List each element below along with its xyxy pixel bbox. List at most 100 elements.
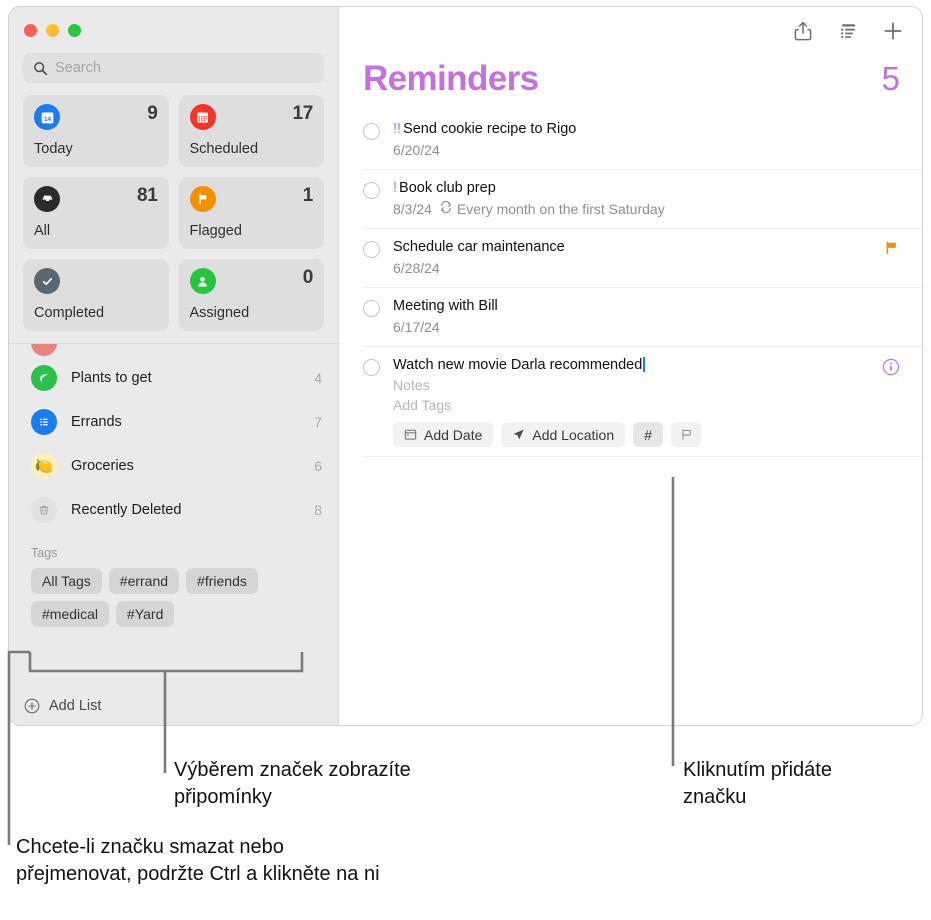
info-circle-icon[interactable]	[882, 358, 900, 376]
smart-list-all[interactable]: 81 All	[23, 177, 169, 249]
reminder-date: 6/17/24	[393, 319, 440, 335]
smart-list-scheduled[interactable]: 17 Scheduled	[178, 95, 324, 167]
add-list-button[interactable]: Add List	[9, 687, 338, 725]
smart-list-today[interactable]: 14 9 Today	[23, 95, 169, 167]
list-name: Groceries	[71, 458, 134, 474]
calendar-days-icon	[189, 104, 216, 130]
location-arrow-icon	[514, 429, 525, 440]
list-item[interactable]: Recently Deleted 8	[9, 488, 338, 532]
list-header: Reminders 5	[339, 55, 922, 99]
smart-list-label: Today	[34, 141, 73, 157]
callout-line-1: Chcete-li značku smazat nebo	[16, 836, 284, 858]
callout-add-tag: Kliknutím přidáte značku	[683, 757, 923, 811]
smart-list-label: Scheduled	[189, 141, 259, 157]
callout-line-1: Výběrem značek zobrazíte	[174, 759, 411, 781]
reminder-title[interactable]: Book club prep	[399, 180, 496, 196]
smart-list-count: 0	[302, 267, 314, 288]
toolbar	[339, 7, 922, 55]
add-date-button[interactable]: Add Date	[393, 422, 494, 447]
smart-lists-grid: 14 9 Today 17 Scheduled 81 All 1 Flagged…	[23, 95, 324, 331]
list-icon	[31, 409, 57, 435]
add-tag-button[interactable]: #	[633, 422, 664, 447]
reminder-accessory	[878, 347, 904, 456]
reminder-title[interactable]: Send cookie recipe to Rigo	[403, 121, 576, 137]
reminder-title[interactable]: Meeting with Bill	[393, 298, 498, 314]
add-tags-placeholder[interactable]: Add Tags	[393, 395, 878, 415]
calendar-icon: 14	[34, 104, 60, 130]
reminder-row-editing[interactable]: Watch new movie Darla recommended Notes …	[363, 347, 922, 457]
zoom-button[interactable]	[68, 23, 81, 37]
reminders-window: Search 14 9 Today 17 Scheduled 81 All 1 …	[8, 6, 923, 726]
complete-circle[interactable]	[363, 123, 380, 140]
list-count: 4	[314, 370, 322, 386]
reminder-title-line: Watch new movie Darla recommended	[393, 356, 878, 375]
reminder-title[interactable]: Schedule car maintenance	[393, 239, 565, 255]
list-name: Plants to get	[71, 370, 152, 386]
checkmark-icon	[34, 268, 60, 294]
reminder-row[interactable]: ! Book club prep 8/3/24 Every month on the…	[363, 170, 922, 229]
callout-tag-edit: Chcete-li značku smazat nebo přejmenovat…	[16, 834, 576, 888]
list-sort-icon[interactable]	[837, 20, 859, 42]
list-item[interactable]: 🍋 Groceries 6	[9, 444, 338, 488]
smart-list-label: Flagged	[189, 223, 242, 239]
list-item[interactable]: Errands 7	[9, 400, 338, 444]
tag-yard[interactable]: #Yard	[116, 601, 175, 627]
reminder-title-line: ! Book club prep	[393, 179, 878, 198]
user-lists: Plants to get 4 Errands 7 🍋 Groceries 6 …	[9, 343, 338, 687]
reminder-body: Schedule car maintenance 6/28/24	[393, 229, 878, 287]
plus-icon[interactable]	[882, 20, 904, 42]
smart-list-count: 81	[136, 185, 158, 206]
flag-button[interactable]	[671, 422, 702, 447]
smart-list-count: 9	[147, 103, 158, 124]
smart-list-completed[interactable]: Completed	[23, 259, 169, 331]
calendar-icon	[404, 429, 417, 440]
tag-list: All Tags #errand #friends #medical #Yard	[31, 568, 301, 627]
minimize-button[interactable]	[46, 23, 59, 37]
reminder-subtitle: 8/3/24 Every month on the first Saturday	[393, 199, 878, 219]
tag-errand[interactable]: #errand	[108, 568, 180, 594]
smart-list-assigned[interactable]: 0 Assigned	[178, 259, 324, 331]
reminder-accessory	[878, 111, 904, 169]
quick-actions: Add Date Add Location #	[393, 422, 878, 447]
smart-list-flagged[interactable]: 1 Flagged	[178, 177, 324, 249]
tag-medical[interactable]: #medical	[31, 601, 110, 627]
leaf-icon	[31, 365, 57, 391]
tag-friends[interactable]: #friends	[186, 568, 258, 594]
tag-all[interactable]: All Tags	[31, 568, 102, 594]
search-input[interactable]: Search	[23, 53, 324, 83]
flag-icon	[189, 186, 216, 212]
reminder-title-line: Schedule car maintenance	[393, 238, 878, 257]
share-icon[interactable]	[792, 20, 814, 42]
reminder-title-input[interactable]: Watch new movie Darla recommended	[393, 357, 642, 373]
trash-icon	[31, 497, 57, 523]
callout-tags-select: Výběrem značek zobrazíte připomínky	[174, 757, 504, 811]
priority-marker: !	[393, 180, 398, 196]
search-icon	[34, 61, 48, 75]
notes-placeholder[interactable]: Notes	[393, 375, 878, 395]
list-item[interactable]: Plants to get 4	[9, 356, 338, 400]
list-item-partial[interactable]	[9, 344, 338, 356]
reminder-title-line: Meeting with Bill	[393, 297, 878, 316]
reminder-title-line: !! Send cookie recipe to Rigo	[393, 120, 878, 139]
main-panel: Reminders 5 !! Send cookie recipe to Rigo…	[339, 7, 922, 725]
add-location-button[interactable]: Add Location	[501, 422, 626, 447]
list-name: Errands	[71, 414, 122, 430]
search-placeholder: Search	[55, 60, 101, 76]
complete-circle[interactable]	[363, 182, 380, 199]
repeat-icon	[440, 200, 451, 214]
close-button[interactable]	[24, 23, 37, 37]
reminder-body: Meeting with Bill 6/17/24	[393, 288, 878, 346]
reminder-row[interactable]: Schedule car maintenance 6/28/24	[363, 229, 922, 288]
list-icon-partial	[31, 344, 57, 356]
reminder-body: !! Send cookie recipe to Rigo 6/20/24	[393, 111, 878, 169]
smart-list-count: 17	[292, 103, 313, 124]
complete-circle[interactable]	[363, 359, 380, 376]
reminder-accessory	[878, 229, 904, 287]
complete-circle[interactable]	[363, 241, 380, 258]
complete-circle[interactable]	[363, 300, 380, 317]
smart-list-label: All	[34, 223, 51, 239]
reminder-row[interactable]: !! Send cookie recipe to Rigo 6/20/24	[363, 111, 922, 170]
flag-icon[interactable]	[884, 240, 899, 255]
reminder-row[interactable]: Meeting with Bill 6/17/24	[363, 288, 922, 347]
traffic-lights	[9, 7, 338, 53]
